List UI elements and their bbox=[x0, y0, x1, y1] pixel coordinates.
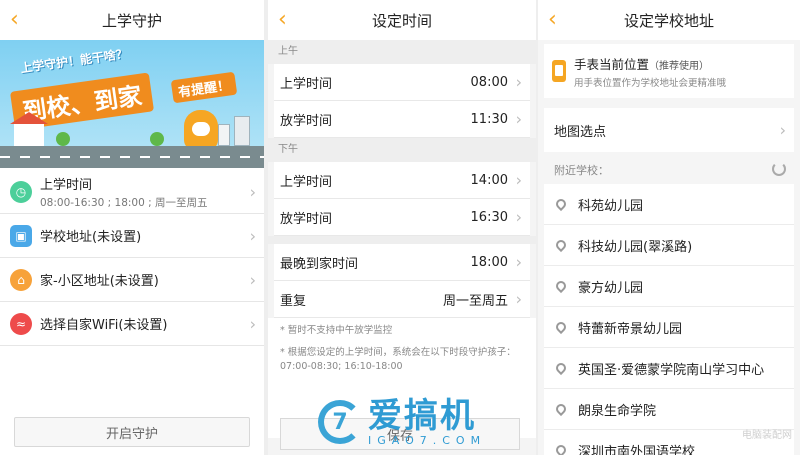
row-am-school-time[interactable]: 上学时间 08:00 › bbox=[274, 64, 530, 101]
note-guard-period: * 根据您设定的上学时间，系统会在以下时段守护孩子：07:00-08:30; 1… bbox=[280, 347, 516, 372]
school-item[interactable]: 豪方幼儿园 bbox=[544, 266, 794, 307]
chevron-right-icon: › bbox=[779, 120, 786, 140]
location-pin-icon bbox=[553, 278, 569, 294]
current-location-option[interactable]: 手表当前位置（推荐使用） 用手表位置作为学校地址会更精准哦 bbox=[544, 44, 794, 98]
section-header-am: 上午 bbox=[268, 40, 536, 64]
row-label: 上学时间 bbox=[280, 76, 333, 92]
row-school-address[interactable]: ▣ 学校地址(未设置) › bbox=[0, 214, 264, 258]
mascot-illustration bbox=[184, 110, 218, 150]
note-noon: * 暂时不支持中午放学监控 bbox=[280, 325, 393, 336]
page-title: 设定学校地址 bbox=[623, 11, 714, 30]
row-label: 选择自家WiFi(未设置) bbox=[40, 318, 168, 333]
school-item[interactable]: 深圳市南外国语学校 bbox=[544, 430, 794, 455]
chevron-right-icon: › bbox=[515, 207, 522, 227]
screen-set-time: ‹ 设定时间 上午 上学时间 08:00 › 放学时间 11:30 › 下午 上… bbox=[268, 0, 536, 455]
row-pm-dismiss-time[interactable]: 放学时间 16:30 › bbox=[274, 199, 530, 236]
row-label: 上学时间 bbox=[40, 177, 93, 193]
row-value: 14:00 bbox=[470, 172, 508, 188]
building-illustration bbox=[218, 124, 230, 146]
chevron-right-icon: › bbox=[515, 109, 522, 129]
location-pin-icon bbox=[553, 319, 569, 335]
guard-settings-list: ◷ 上学时间 08:00-16:30 ; 18:00 ; 周一至周五 › ▣ 学… bbox=[0, 170, 264, 346]
row-label: 家-小区地址(未设置) bbox=[40, 274, 159, 289]
wifi-icon: ≈ bbox=[10, 312, 32, 335]
page-title: 设定时间 bbox=[371, 11, 432, 30]
school-item[interactable]: 特蕾新帝景幼儿园 bbox=[544, 307, 794, 348]
top-bar: ‹ 设定时间 bbox=[268, 0, 536, 40]
chevron-right-icon: › bbox=[515, 72, 522, 92]
location-pin-icon bbox=[553, 196, 569, 212]
chevron-right-icon: › bbox=[249, 226, 256, 245]
road-line bbox=[0, 156, 264, 158]
row-value: 16:30 bbox=[470, 209, 508, 225]
location-pin-icon bbox=[553, 360, 569, 376]
row-pm-school-time[interactable]: 上学时间 14:00 › bbox=[274, 162, 530, 199]
row-value: 11:30 bbox=[470, 111, 508, 127]
location-pin-icon bbox=[553, 237, 569, 253]
chevron-right-icon: › bbox=[515, 252, 522, 272]
back-icon[interactable]: ‹ bbox=[10, 8, 30, 32]
nearby-header: 附近学校： bbox=[544, 156, 794, 184]
back-icon[interactable]: ‹ bbox=[278, 8, 298, 32]
banner-tip: 有提醒！ bbox=[170, 71, 238, 104]
back-icon[interactable]: ‹ bbox=[548, 8, 568, 32]
section-gap bbox=[268, 236, 536, 244]
current-location-label: 手表当前位置 bbox=[574, 56, 650, 72]
location-pin-icon bbox=[553, 401, 569, 417]
row-value: 18:00 bbox=[470, 254, 508, 270]
row-label: 放学时间 bbox=[280, 211, 333, 227]
row-school-time[interactable]: ◷ 上学时间 08:00-16:30 ; 18:00 ; 周一至周五 › bbox=[0, 170, 264, 214]
chevron-right-icon: › bbox=[249, 314, 256, 333]
chevron-right-icon: › bbox=[249, 270, 256, 289]
row-value: 周一至周五 bbox=[442, 293, 508, 309]
row-label: 放学时间 bbox=[280, 113, 333, 129]
school-item[interactable]: 科苑幼儿园 bbox=[544, 184, 794, 225]
chevron-right-icon: › bbox=[249, 182, 256, 201]
page-title: 上学守护 bbox=[101, 11, 162, 30]
location-pin-icon bbox=[553, 442, 569, 455]
top-bar: ‹ 设定学校地址 bbox=[538, 0, 800, 40]
screen-set-school-address: ‹ 设定学校地址 手表当前位置（推荐使用） 用手表位置作为学校地址会更精准哦 地… bbox=[538, 0, 800, 455]
start-guard-button[interactable]: 开启守护 bbox=[14, 417, 250, 447]
school-icon: ▣ bbox=[10, 224, 32, 247]
school-item[interactable]: 朗泉生命学院 bbox=[544, 389, 794, 430]
recommend-tag: （推荐使用） bbox=[649, 60, 710, 72]
row-latest-home-time[interactable]: 最晚到家时间 18:00 › bbox=[274, 244, 530, 281]
row-home-address[interactable]: ⌂ 家-小区地址(未设置) › bbox=[0, 258, 264, 302]
screen-school-guard: ‹ 上学守护 上学守护！能干啥？ 到校、到家 有提醒！ ◷ 上学时间 08:00… bbox=[0, 0, 264, 455]
save-button[interactable]: 保存 bbox=[280, 418, 520, 450]
map-pick-option[interactable]: 地图选点 › bbox=[544, 108, 794, 152]
section-header-pm: 下午 bbox=[268, 138, 536, 162]
clock-icon: ◷ bbox=[10, 180, 32, 203]
nearby-label: 附近学校： bbox=[554, 164, 609, 177]
watch-icon bbox=[552, 60, 566, 82]
row-label: 学校地址(未设置) bbox=[40, 230, 142, 245]
row-label: 最晚到家时间 bbox=[280, 256, 359, 272]
tree-illustration bbox=[56, 132, 70, 146]
refresh-icon[interactable] bbox=[772, 162, 786, 176]
building-illustration bbox=[234, 116, 250, 146]
banner-question: 上学守护！能干啥？ bbox=[19, 46, 129, 76]
tree-illustration bbox=[150, 132, 164, 146]
house-illustration bbox=[10, 112, 48, 146]
row-repeat[interactable]: 重复 周一至周五 › bbox=[274, 281, 530, 318]
map-pick-label: 地图选点 bbox=[554, 124, 607, 140]
chevron-right-icon: › bbox=[515, 170, 522, 190]
school-item[interactable]: 科技幼儿园(翠溪路) bbox=[544, 225, 794, 266]
home-icon: ⌂ bbox=[10, 268, 32, 291]
school-item[interactable]: 英国圣·爱德蒙学院南山学习中心 bbox=[544, 348, 794, 389]
row-am-dismiss-time[interactable]: 放学时间 11:30 › bbox=[274, 101, 530, 138]
row-sub: 08:00-16:30 ; 18:00 ; 周一至周五 bbox=[40, 196, 208, 209]
row-label: 重复 bbox=[280, 293, 307, 309]
promo-banner: 上学守护！能干啥？ 到校、到家 有提醒！ bbox=[0, 40, 264, 168]
row-value: 08:00 bbox=[470, 74, 508, 90]
current-location-sub: 用手表位置作为学校地址会更精准哦 bbox=[574, 77, 727, 89]
row-home-wifi[interactable]: ≈ 选择自家WiFi(未设置) › bbox=[0, 302, 264, 346]
chevron-right-icon: › bbox=[515, 289, 522, 309]
top-bar: ‹ 上学守护 bbox=[0, 0, 264, 40]
row-label: 上学时间 bbox=[280, 174, 333, 190]
